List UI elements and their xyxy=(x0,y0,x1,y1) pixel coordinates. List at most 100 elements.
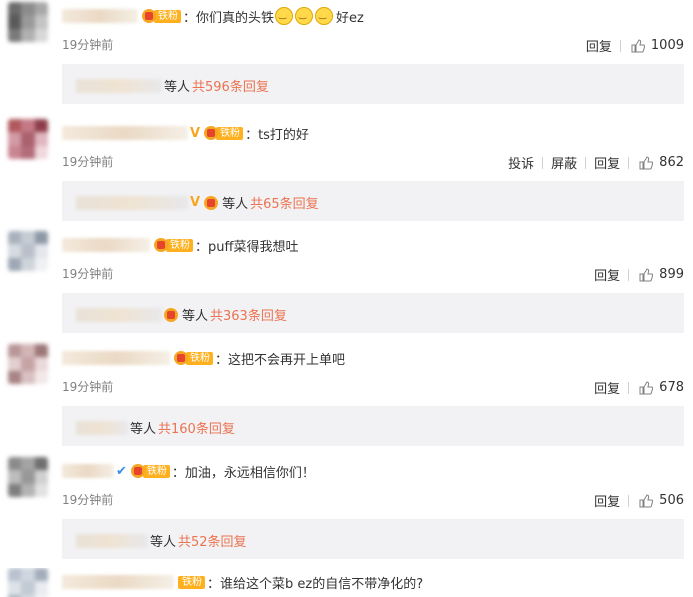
divider xyxy=(628,268,630,281)
fan-badge-icon xyxy=(130,464,145,478)
replier-names xyxy=(76,307,162,322)
verified-icon: V xyxy=(190,125,201,141)
comment-item: 铁粉 ：puff菜得我想吐 19分钟前 回复 899 等人 共363条回复 xyxy=(0,231,693,343)
avatar-pixel xyxy=(8,483,22,497)
block-button[interactable]: 屏蔽 xyxy=(545,153,583,172)
comment-item: 铁粉 ：谁给这个菜b ez的自信不带净化的? xyxy=(0,568,693,597)
avatar[interactable] xyxy=(8,119,48,159)
avatar-pixel xyxy=(8,132,22,147)
comment-item: V 铁粉 ：ts打的好 19分钟前 投诉 屏蔽 回复 862 V 等人 共65条 xyxy=(0,119,693,231)
reply-count-link[interactable]: 共596条回复 xyxy=(192,76,269,95)
comment-header: V 铁粉 ：ts打的好 xyxy=(62,123,309,143)
avatar-pixel xyxy=(8,370,22,384)
thumbs-up-icon xyxy=(639,380,654,394)
thumbs-up-icon xyxy=(631,38,645,52)
reply-deng-label: 等人 xyxy=(164,80,191,95)
reply-summary[interactable]: 等人 共52条回复 xyxy=(62,519,684,559)
like-button[interactable]: 506 xyxy=(631,493,684,508)
avatar-pixel xyxy=(8,2,22,16)
reply-count-link[interactable]: 共65条回复 xyxy=(250,193,319,212)
comment-actions: 投诉 屏蔽 回复 862 xyxy=(502,153,684,172)
reply-summary[interactable]: 等人 共160条回复 xyxy=(62,406,684,446)
avatar-pixel xyxy=(34,457,48,471)
comment-text-end: 好ez xyxy=(336,10,364,26)
divider xyxy=(619,39,621,52)
reply-button[interactable]: 回复 xyxy=(588,378,626,397)
avatar-pixel xyxy=(34,28,48,42)
avatar-pixel xyxy=(21,568,36,582)
avatar-pixel xyxy=(21,28,36,42)
reply-button[interactable]: 回复 xyxy=(588,491,626,510)
like-button[interactable]: 1009 xyxy=(623,38,684,53)
like-button[interactable]: 899 xyxy=(631,267,684,282)
fan-badge-label: 铁粉 xyxy=(142,464,170,478)
reply-count-link[interactable]: 共52条回复 xyxy=(178,531,247,550)
avatar-pixel xyxy=(21,231,36,245)
username[interactable] xyxy=(62,126,188,140)
reply-deng-label: 等人 xyxy=(130,422,157,437)
like-button[interactable]: 678 xyxy=(631,380,684,395)
username[interactable] xyxy=(62,9,138,23)
avatar-pixel xyxy=(8,357,22,372)
avatar-pixel xyxy=(34,145,48,159)
report-button[interactable]: 投诉 xyxy=(502,153,540,172)
avatar-pixel xyxy=(8,145,22,159)
avatar-pixel xyxy=(8,119,22,133)
comment-actions: 回复 678 xyxy=(588,378,684,397)
avatar-pixel xyxy=(34,244,48,259)
avatar-pixel xyxy=(8,244,22,259)
reply-deng-label: 等人 xyxy=(150,535,177,550)
comment-time: 19分钟前 xyxy=(62,493,114,507)
fan-badge[interactable]: 铁粉 xyxy=(174,351,213,365)
reply-summary[interactable]: V 等人 共65条回复 xyxy=(62,181,684,221)
avatar[interactable] xyxy=(8,568,48,597)
emoji-icon xyxy=(295,7,314,25)
fan-badge-label: 铁粉 xyxy=(166,238,193,252)
username[interactable] xyxy=(62,575,174,589)
like-count: 506 xyxy=(659,493,684,508)
fan-badge[interactable]: 铁粉 xyxy=(154,238,193,252)
fan-badge-label: 铁粉 xyxy=(178,575,205,589)
reply-button[interactable]: 回复 xyxy=(588,153,626,172)
username[interactable] xyxy=(62,351,170,365)
fan-badge-label: 铁粉 xyxy=(216,126,244,140)
fan-badge[interactable]: 铁粉 xyxy=(130,464,170,478)
avatar-pixel xyxy=(21,370,36,384)
avatar-pixel xyxy=(21,357,36,372)
fan-badge[interactable]: 铁粉 xyxy=(142,9,181,23)
avatar-pixel xyxy=(34,370,48,384)
reply-count-link[interactable]: 共160条回复 xyxy=(158,418,235,437)
username[interactable] xyxy=(62,464,114,478)
comment-time: 19分钟前 xyxy=(62,267,114,281)
like-count: 899 xyxy=(659,267,684,282)
reply-count-link[interactable]: 共363条回复 xyxy=(210,305,287,324)
avatar[interactable] xyxy=(8,2,48,42)
emoji-icon xyxy=(275,7,294,25)
reply-button[interactable]: 回复 xyxy=(588,265,626,284)
avatar-pixel xyxy=(8,257,22,271)
avatar-pixel xyxy=(21,145,36,159)
avatar[interactable] xyxy=(8,457,48,497)
comment-item: ✔ 铁粉 ：加油，永远相信你们！ 19分钟前 回复 506 等人 共52条回复 xyxy=(0,457,693,569)
reply-summary[interactable]: 等人 共363条回复 xyxy=(62,293,684,333)
avatar[interactable] xyxy=(8,344,48,384)
reply-button[interactable]: 回复 xyxy=(580,36,618,55)
comment-text: ：puff菜得我想吐 xyxy=(195,239,299,255)
like-button[interactable]: 862 xyxy=(631,155,684,170)
verified-icon: ✔ xyxy=(116,463,127,479)
like-count: 678 xyxy=(659,380,684,395)
avatar-pixel xyxy=(21,457,36,471)
like-count: 862 xyxy=(659,155,684,170)
comment-header: 铁粉 ：puff菜得我想吐 xyxy=(62,235,298,255)
fan-badge[interactable]: 铁粉 xyxy=(178,575,205,589)
fan-badge[interactable]: 铁粉 xyxy=(204,126,244,140)
replier-names xyxy=(76,533,148,548)
avatar-pixel xyxy=(34,257,48,271)
avatar-pixel xyxy=(34,15,48,30)
avatar-pixel xyxy=(8,568,22,582)
reply-summary[interactable]: 等人 共596条回复 xyxy=(62,64,684,104)
avatar[interactable] xyxy=(8,231,48,271)
avatar-pixel xyxy=(21,344,36,358)
fan-badge-icon xyxy=(154,238,168,252)
username[interactable] xyxy=(62,238,150,252)
